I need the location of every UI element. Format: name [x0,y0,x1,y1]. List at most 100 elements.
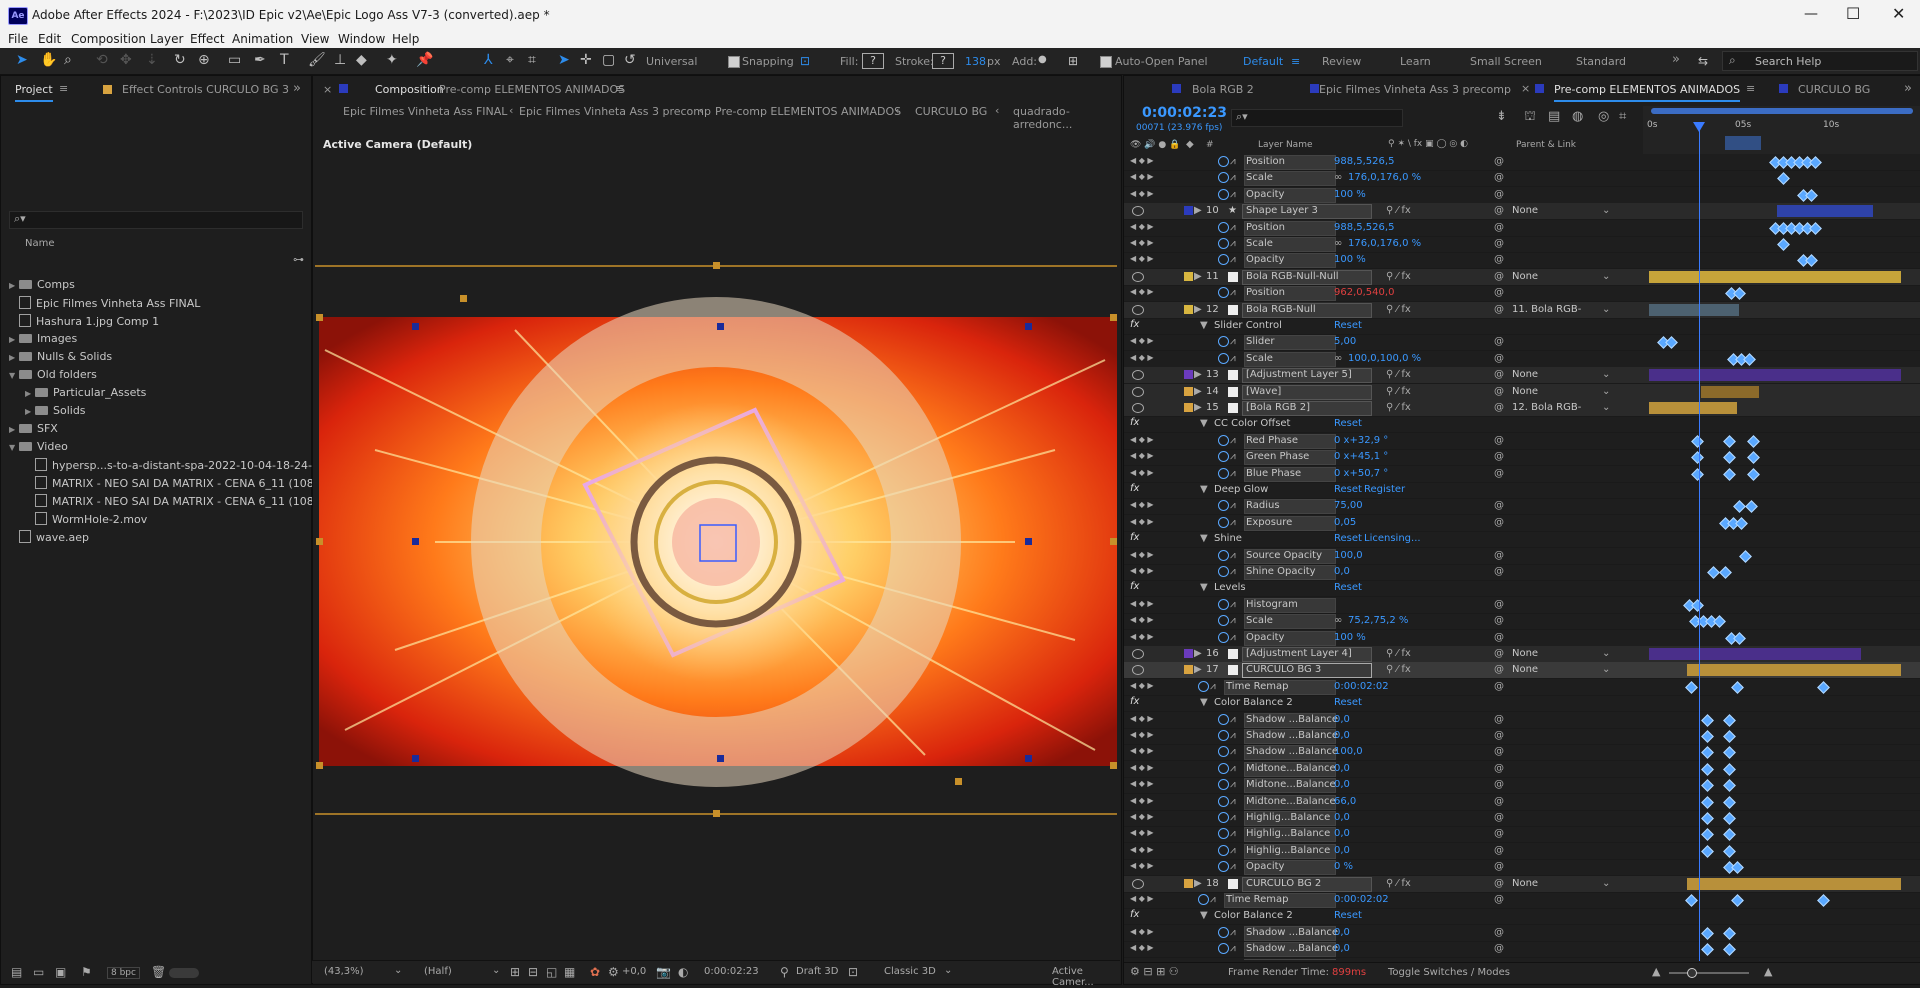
expression-pickwhip-icon[interactable]: @ [1494,763,1504,774]
property-row[interactable]: ◀ ◆ ▶⩘Position988,5,526,5@ [1124,220,1920,237]
expression-pickwhip-icon[interactable]: @ [1494,287,1504,298]
expression-pickwhip-icon[interactable]: @ [1494,156,1504,167]
expression-pickwhip-icon[interactable]: @ [1494,550,1504,561]
expand-chevron-icon[interactable]: ▶ [1194,664,1202,675]
menu-composition[interactable]: Composition [71,32,146,46]
property-value[interactable]: 75,00 [1334,500,1363,511]
rotate-tool-icon[interactable]: ↻ [174,52,186,68]
expand-chevron-icon[interactable]: ▼ [1200,910,1208,921]
expand-chevron-icon[interactable]: ▶ [1194,304,1202,315]
orbit-tool-icon[interactable]: ⟲ [96,52,108,68]
current-time-display[interactable]: 0:00:02:23 [704,966,759,977]
layer-duration-bar[interactable] [1687,664,1901,676]
expression-pickwhip-icon[interactable]: @ [1494,189,1504,200]
keyframe-icon[interactable] [1701,730,1714,743]
effect-row[interactable]: fx▼Slider ControlReset [1124,318,1920,335]
stopwatch-icon[interactable] [1198,681,1209,692]
property-value[interactable]: 75,2,75,2 % [1348,615,1408,626]
composition-tab-name[interactable]: Pre-comp ELEMENTOS ANIMADOS [439,83,625,96]
expand-chevron-icon[interactable]: ▼ [9,443,19,452]
keyframe-icon[interactable] [1713,615,1726,628]
shy-layers-icon[interactable]: ▤ [1548,109,1560,124]
stopwatch-icon[interactable] [1218,796,1229,807]
graph-icon[interactable]: ⩘ [1230,254,1236,265]
graph-icon[interactable]: ⩘ [1230,615,1236,626]
brush-tool-icon[interactable]: 🖌 [308,52,326,68]
property-row[interactable]: ◀ ◆ ▶⩘Shadow ...Balance0,0@ [1124,712,1920,729]
hand-tool-icon[interactable]: ✋ [40,52,57,68]
layer-label-color[interactable] [1184,370,1193,379]
graph-icon[interactable]: ⩘ [1230,517,1236,528]
property-row[interactable]: ◀ ◆ ▶⩘Time Remap0:00:02:02@ [1124,679,1920,696]
switch-icons[interactable]: ⚲ ⁄ fx [1386,648,1411,659]
project-item[interactable]: ▶Comps [1,278,317,296]
property-value[interactable]: 988,5,526,5 [1334,156,1394,167]
keyframe-icon[interactable] [1691,599,1704,612]
graph-icon[interactable]: ⩘ [1230,746,1236,757]
close-comp-tab-icon[interactable]: × [323,83,332,96]
expression-pickwhip-icon[interactable]: @ [1494,615,1504,626]
property-value[interactable]: 5,00 [1334,336,1356,347]
expression-pickwhip-icon[interactable]: @ [1494,730,1504,741]
graph-icon[interactable]: ⩘ [1230,599,1236,610]
interpret-footage-icon[interactable]: ▤ [11,965,22,979]
timeline-tab-active[interactable]: Pre-comp ELEMENTOS ANIMADOS [1554,83,1740,102]
expand-chevron-icon[interactable]: ▶ [1194,271,1202,282]
effect-row[interactable]: fx▼Color Balance 2Reset [1124,695,1920,712]
expression-pickwhip-icon[interactable]: @ [1494,632,1504,643]
expression-pickwhip-icon[interactable]: @ [1494,714,1504,725]
parent-link-header[interactable]: Parent & Link [1516,140,1576,150]
keyframe-nav-icon[interactable]: ◀ ◆ ▶ [1130,189,1154,198]
keyframe-icon[interactable] [1723,763,1736,776]
graph-icon[interactable]: ⩘ [1230,500,1236,511]
graph-icon[interactable]: ⩘ [1230,861,1236,872]
motion-blur-icon[interactable]: ◎ [1598,109,1609,124]
selection-tool-icon[interactable]: ➤ [16,52,28,68]
keyframe-nav-icon[interactable]: ◀ ◆ ▶ [1130,861,1154,870]
stopwatch-icon[interactable] [1218,500,1229,511]
reset-link[interactable]: Reset [1334,320,1362,331]
keyframe-icon[interactable] [1745,501,1758,514]
stopwatch-icon[interactable] [1218,845,1229,856]
graph-icon[interactable]: ⩘ [1230,468,1236,479]
expression-pickwhip-icon[interactable]: @ [1494,435,1504,446]
effect-controls-tab[interactable]: Effect Controls CURCULO BG 3 [122,83,289,96]
expand-chevron-icon[interactable]: ▼ [1200,484,1208,495]
breadcrumb-item-active[interactable]: Pre-comp ELEMENTOS ANIMADOS [715,105,901,118]
stopwatch-icon[interactable] [1218,730,1229,741]
keyframe-nav-icon[interactable]: ◀ ◆ ▶ [1130,566,1154,575]
layer-label-color[interactable] [1184,206,1193,215]
local-axis-icon[interactable]: ⌖ [506,52,514,68]
rotate-3d-icon[interactable]: ↺ [624,52,636,68]
keyframe-icon[interactable] [1743,353,1756,366]
menu-edit[interactable]: Edit [38,32,61,46]
keyframe-nav-icon[interactable]: ◀ ◆ ▶ [1130,599,1154,608]
stopwatch-icon[interactable] [1218,746,1229,757]
pickwhip-icon[interactable]: @ [1494,878,1504,889]
layer-name-box[interactable]: [Wave] [1242,385,1372,400]
keyframe-icon[interactable] [1719,566,1732,579]
color-channels-icon[interactable]: ✿ [590,965,600,979]
graph-icon[interactable]: ⩘ [1230,714,1236,725]
new-folder-icon[interactable]: ▭ [33,965,44,979]
keyframe-icon[interactable] [1701,943,1714,956]
expand-chevron-icon[interactable]: ▼ [1200,418,1208,429]
effect-row[interactable]: fx▼LevelsReset [1124,580,1920,597]
expression-pickwhip-icon[interactable]: @ [1494,779,1504,790]
property-value[interactable]: 0,0 [1334,943,1350,954]
property-value[interactable]: 0,0 [1334,566,1350,577]
breadcrumb-item[interactable]: CURCULO BG [915,105,987,118]
graph-icon[interactable]: ⩘ [1230,222,1236,233]
keyframe-icon[interactable] [1701,829,1714,842]
keyframe-icon[interactable] [1731,861,1744,874]
expression-pickwhip-icon[interactable]: @ [1494,746,1504,757]
keyframe-icon[interactable] [1805,255,1818,268]
visibility-eye-icon[interactable] [1132,403,1144,413]
property-value[interactable]: 0 x+50,7 ° [1334,468,1388,479]
move-3d-icon[interactable]: ✛ [580,52,592,68]
minimize-icon[interactable]: — [1804,6,1818,22]
property-value[interactable]: 100 % [1334,632,1366,643]
timeline-tab[interactable]: Epic Filmes Vinheta Ass 3 precomp [1319,83,1511,96]
keyframe-icon[interactable] [1685,894,1698,907]
pen-tool-icon[interactable]: ✒ [254,52,266,68]
